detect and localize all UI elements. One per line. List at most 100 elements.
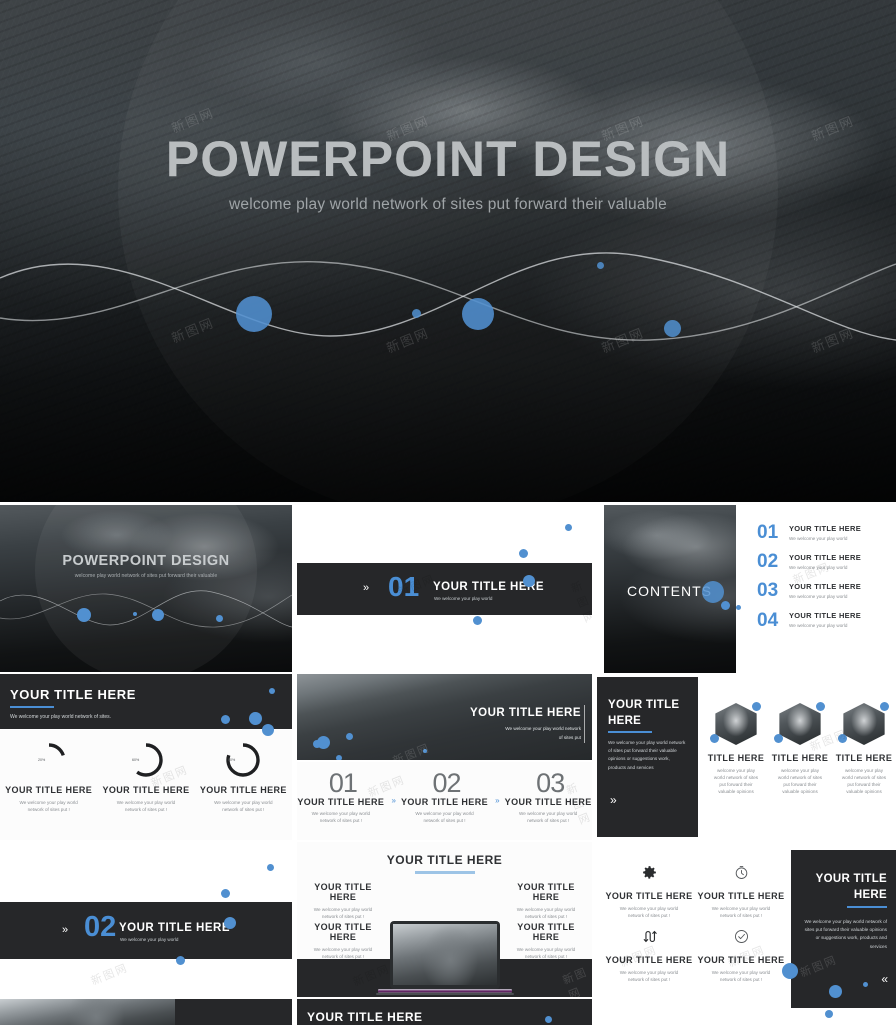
thumb-dot <box>473 616 482 625</box>
accent-rule <box>10 706 54 708</box>
hero-dot-1 <box>236 296 272 332</box>
feature-title: YOUR TITLE HERE <box>517 922 575 942</box>
icon-feature-caption-2: network of sites put ! <box>627 913 671 919</box>
avatar-dot <box>838 734 847 743</box>
swap-arrows-icon <box>643 930 657 943</box>
thumb-contents-slide[interactable]: CONTENTS 01 YOUR TITLE HERE We welcome y… <box>597 505 896 673</box>
feature-caption-2: network of sites put ! <box>321 914 365 920</box>
donut-caption-block: YOUR TITLE HERE We welcome your play wor… <box>195 785 292 813</box>
thumb-steps-slide[interactable]: 01 YOUR TITLE HERE We welcome your play … <box>297 762 592 840</box>
chevron-right-icon: » <box>363 582 369 594</box>
thumb-dot <box>721 601 730 610</box>
section-caption: We welcome your play world <box>434 596 493 601</box>
thumb-laptop-features-slide[interactable]: YOUR TITLE HERE YOUR TITLE HERE We welco… <box>297 842 592 997</box>
thumb-dot <box>346 733 353 740</box>
contents-item[interactable]: 04 YOUR TITLE HERE We welcome your play … <box>757 610 890 632</box>
avatar-dot <box>710 734 719 743</box>
donut-percent-label: 60% <box>132 758 140 762</box>
donut-caption-1: We welcome your play world <box>19 800 78 805</box>
donut-caption-block: YOUR TITLE HERE We welcome your play wor… <box>97 785 194 813</box>
thumb-dot <box>565 524 572 531</box>
section-title: YOUR TITLE HERE <box>119 922 231 934</box>
hero-dot-3 <box>412 309 421 318</box>
icon-feature-title: YOUR TITLE HERE <box>697 955 785 965</box>
donut-caption-1: We welcome your play world <box>214 800 273 805</box>
step-item: 03 YOUR TITLE HERE We welcome your play … <box>504 762 592 824</box>
icon-feature-item[interactable]: YOUR TITLE HERE We welcome your play wor… <box>605 928 693 983</box>
feature-title: YOUR TITLE HERE <box>314 882 372 902</box>
thumb-dot <box>133 612 137 616</box>
thumb-dot <box>176 956 185 965</box>
thumb-dot <box>423 749 427 753</box>
donut-row: 20% 60% 80% <box>0 740 292 785</box>
icon-feature-caption-1: We welcome your play world <box>711 970 771 975</box>
donut-caption-2: network of sites put ! <box>124 807 168 813</box>
thumb-team-slide[interactable]: YOUR TITLE HERE We welcome your play wor… <box>597 677 896 837</box>
team-member[interactable]: TITLE HERE welcome your play world netwo… <box>705 702 767 795</box>
donut-stat-item: 80% <box>195 740 292 785</box>
contents-number: 02 <box>757 551 779 573</box>
thumb-dot <box>221 889 230 898</box>
contents-item[interactable]: 03 YOUR TITLE HERE We welcome your play … <box>757 581 890 600</box>
step-caption-2: network of sites put ! <box>319 818 362 824</box>
thumbnail-column-3: CONTENTS 01 YOUR TITLE HERE We welcome y… <box>597 502 896 1025</box>
accent-rule <box>414 871 475 874</box>
donut-caption-2: network of sites put ! <box>27 807 70 813</box>
team-member[interactable]: TITLE HERE welcome your play world netwo… <box>769 702 831 795</box>
features-title: YOUR TITLE HERE <box>386 853 503 867</box>
laptop-mockup <box>375 921 514 995</box>
contents-title: YOUR TITLE HERE <box>789 553 862 563</box>
thumb-donut-stats-slide[interactable]: 20% 60% 80% YOUR TITLE HERE We welcome y… <box>0 730 292 840</box>
donut-caption-block: YOUR TITLE HERE We welcome your play wor… <box>0 785 97 813</box>
team-member-name: TITLE HERE <box>707 753 765 763</box>
thumb-cover-slide[interactable]: POWERPOINT DESIGN welcome play world net… <box>0 505 292 672</box>
thumb-dot <box>216 615 223 622</box>
thumb-section-02-slide[interactable]: » 02 YOUR TITLE HERE We welcome your pla… <box>0 842 292 997</box>
thumb-title-band-slide[interactable]: YOUR TITLE HERE We welcome your play wor… <box>0 674 292 729</box>
icon-feature-item[interactable]: YOUR TITLE HERE We welcome your play wor… <box>697 928 785 983</box>
icon-feature-item[interactable]: YOUR TITLE HERE We welcome your play wor… <box>697 864 785 919</box>
feature-caption-1: We welcome your play world <box>313 907 373 912</box>
feature-item: YOUR TITLE HERE We welcome your play wor… <box>303 882 383 920</box>
thumb-dot <box>313 740 321 748</box>
donut-percent-label: 20% <box>38 758 46 762</box>
thumb-dot <box>829 985 842 998</box>
step-separator-icon: » <box>495 796 499 805</box>
icon-feature-title: YOUR TITLE HERE <box>605 955 693 965</box>
dark-panel-title: YOUR TITLE HERE <box>815 873 887 901</box>
team-member[interactable]: TITLE HERE welcome your play world netwo… <box>833 702 895 795</box>
thumb-bottom-partial-slide[interactable] <box>0 999 292 1025</box>
step-caption-1: We welcome your play world <box>518 810 578 816</box>
hero-subtitle: welcome play world network of sites put … <box>229 196 667 213</box>
thumbnail-column-2: » 01 YOUR TITLE HERE We welcome your pla… <box>297 502 592 1025</box>
step-number: 03 <box>536 768 565 798</box>
feature-item: YOUR TITLE HERE We welcome your play wor… <box>506 922 586 960</box>
step-item: 01 YOUR TITLE HERE We welcome your play … <box>297 762 385 824</box>
step-item: 02 YOUR TITLE HERE We welcome your play … <box>401 762 489 824</box>
check-circle-icon <box>734 930 748 943</box>
step-title: YOUR TITLE HERE <box>401 796 489 807</box>
contents-item[interactable]: 02 YOUR TITLE HERE We welcome your play … <box>757 551 890 573</box>
icon-feature-caption-2: network of sites put ! <box>627 977 671 983</box>
thumb-icon-features-slide[interactable]: YOUR TITLE HERE We welcome your play wor… <box>597 842 896 1022</box>
thumb-cover-subtitle: welcome play world network of sites put … <box>74 573 218 579</box>
thumb-dot <box>519 549 528 558</box>
avatar-dot <box>880 702 889 711</box>
thumbnail-column-1: POWERPOINT DESIGN welcome play world net… <box>0 502 292 1025</box>
dark-text-panel[interactable]: YOUR TITLE HERE We welcome your play wor… <box>782 850 896 1008</box>
chevron-right-icon: » <box>610 793 617 807</box>
feature-caption-1: We welcome your play world <box>516 947 576 952</box>
thumb-beach-banner-slide[interactable]: YOUR TITLE HERE We welcome your play wor… <box>297 674 592 760</box>
step-title: YOUR TITLE HERE <box>504 796 592 807</box>
thumb-section-01-slide[interactable]: » 01 YOUR TITLE HERE We welcome your pla… <box>297 505 592 673</box>
thumb-dot <box>736 605 741 610</box>
thumb-bottom-band-slide[interactable]: YOUR TITLE HERE <box>297 999 592 1025</box>
contents-title: YOUR TITLE HERE <box>789 582 862 592</box>
slide-thumbnail-grid: POWERPOINT DESIGN welcome play world net… <box>0 502 896 1025</box>
icon-feature-item[interactable]: YOUR TITLE HERE We welcome your play wor… <box>605 864 693 919</box>
accent-rule <box>847 906 887 908</box>
team-member-caption: welcome your play world network of sites… <box>713 768 759 795</box>
thumb-dot <box>267 864 274 871</box>
contents-caption: We welcome your play world <box>789 623 848 629</box>
contents-item[interactable]: 01 YOUR TITLE HERE We welcome your play … <box>757 523 890 542</box>
